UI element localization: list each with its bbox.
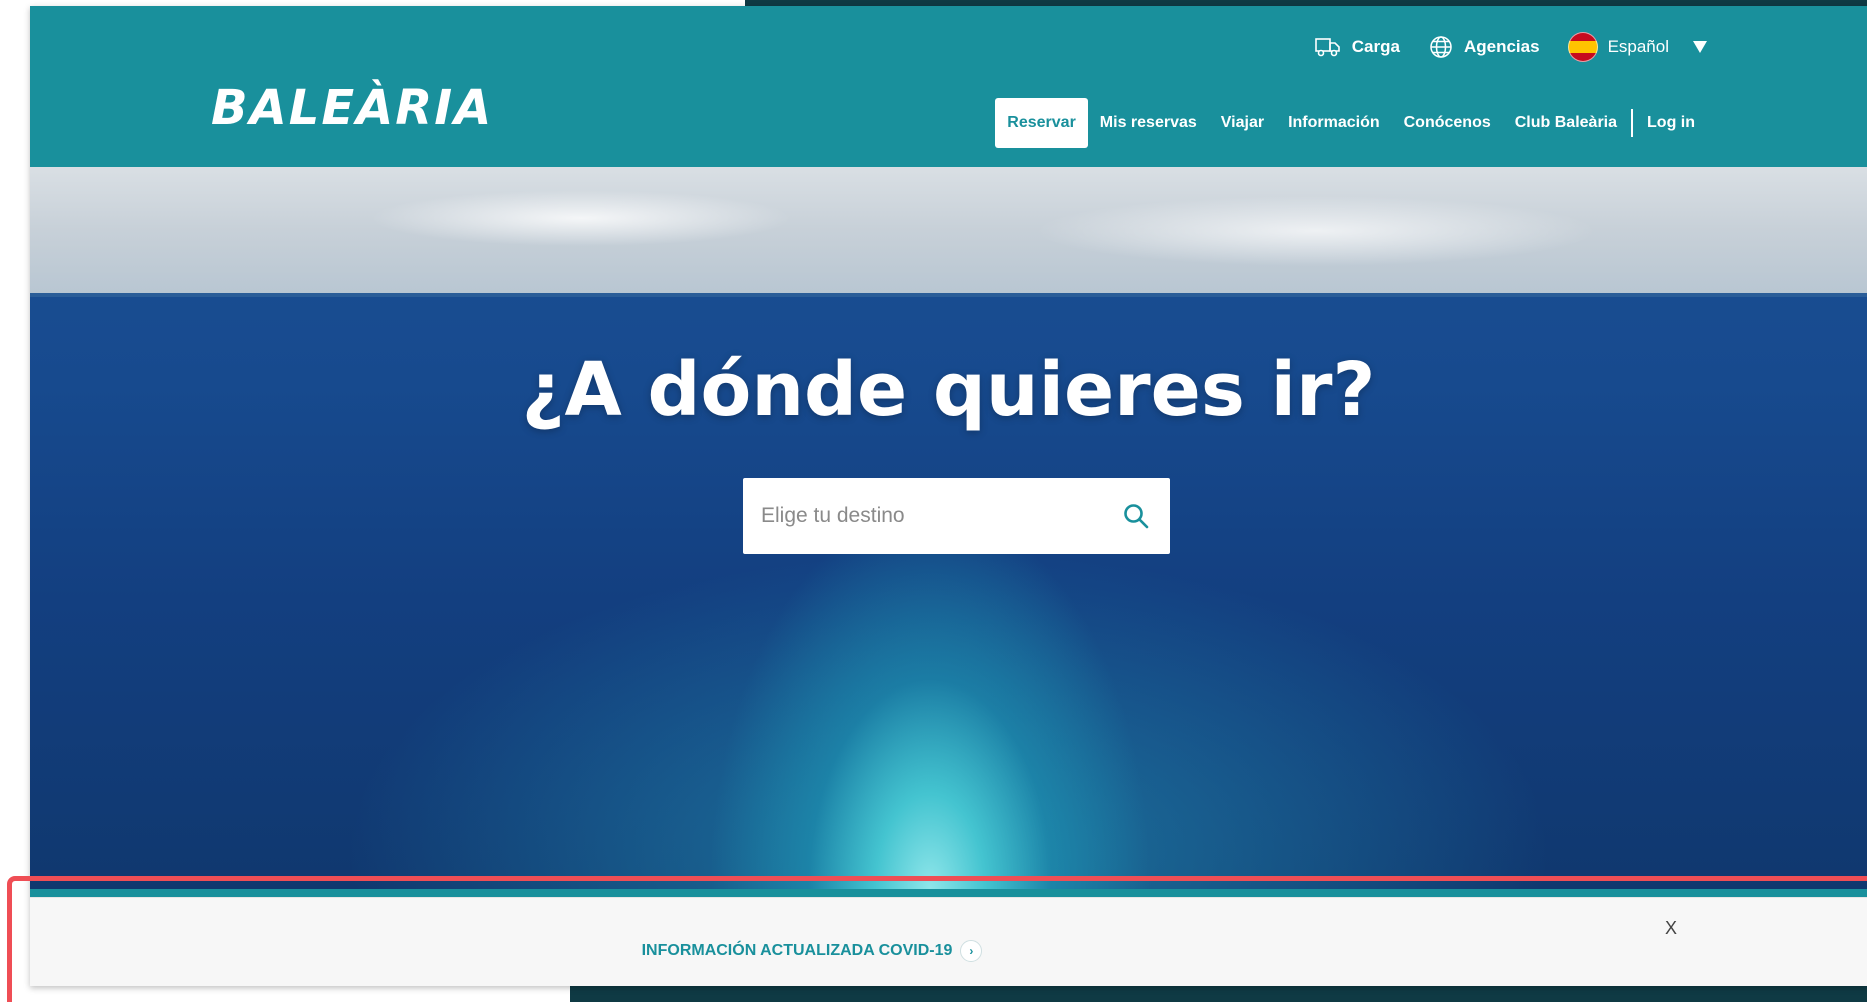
nav-item-viajar[interactable]: Viajar: [1209, 98, 1276, 148]
hero-section: ¿A dónde quieres ir?: [30, 167, 1867, 889]
brand-logo[interactable]: BALEÀRIA: [211, 80, 493, 136]
utility-bar: Carga Agencias Español: [1314, 32, 1707, 62]
site-header: BALEÀRIA Carga Agencias Español Reservar…: [30, 6, 1867, 167]
covid-info-label: INFORMACIÓN ACTUALIZADA COVID-19: [641, 942, 953, 959]
cargo-link[interactable]: Carga: [1314, 35, 1400, 59]
nav-item-reservar[interactable]: Reservar: [995, 98, 1088, 148]
covid-info-link[interactable]: INFORMACIÓN ACTUALIZADA COVID-19 ›: [30, 940, 1594, 962]
chevron-right-icon: ›: [960, 940, 983, 962]
nav-item-informacion[interactable]: Información: [1276, 98, 1392, 148]
truck-icon: [1314, 38, 1340, 57]
spain-flag-icon: [1567, 32, 1598, 62]
covid-info-banner: INFORMACIÓN ACTUALIZADA COVID-19 › X: [30, 897, 1867, 986]
language-selector[interactable]: Español: [1567, 32, 1707, 62]
hero-title: ¿A dónde quieres ir?: [521, 347, 1376, 433]
agencies-label: Agencias: [1463, 37, 1540, 56]
nav-item-club-balearia[interactable]: Club Baleària: [1503, 98, 1629, 148]
agencies-link[interactable]: Agencias: [1428, 34, 1540, 60]
search-icon[interactable]: [1122, 502, 1150, 530]
hero-sky: [30, 167, 1867, 295]
banner-close-button[interactable]: X: [1665, 918, 1677, 939]
destination-search-input[interactable]: [759, 503, 1122, 529]
nav-divider: [1631, 109, 1634, 137]
hero-horizon: [30, 293, 1867, 297]
cargo-label: Carga: [1351, 37, 1400, 56]
main-nav: Reservar Mis reservas Viajar Información…: [995, 98, 1707, 148]
caret-down-icon[interactable]: [1693, 41, 1707, 53]
destination-search: [743, 478, 1170, 554]
language-label: Español: [1607, 37, 1669, 56]
globe-icon: [1430, 36, 1452, 58]
browser-viewport: BALEÀRIA Carga Agencias Español Reservar…: [30, 6, 1867, 986]
login-link[interactable]: Log in: [1635, 98, 1707, 148]
background-frame-bottom: [570, 984, 1867, 1002]
nav-item-mis-reservas[interactable]: Mis reservas: [1088, 98, 1209, 148]
nav-item-conocenos[interactable]: Conócenos: [1392, 98, 1503, 148]
